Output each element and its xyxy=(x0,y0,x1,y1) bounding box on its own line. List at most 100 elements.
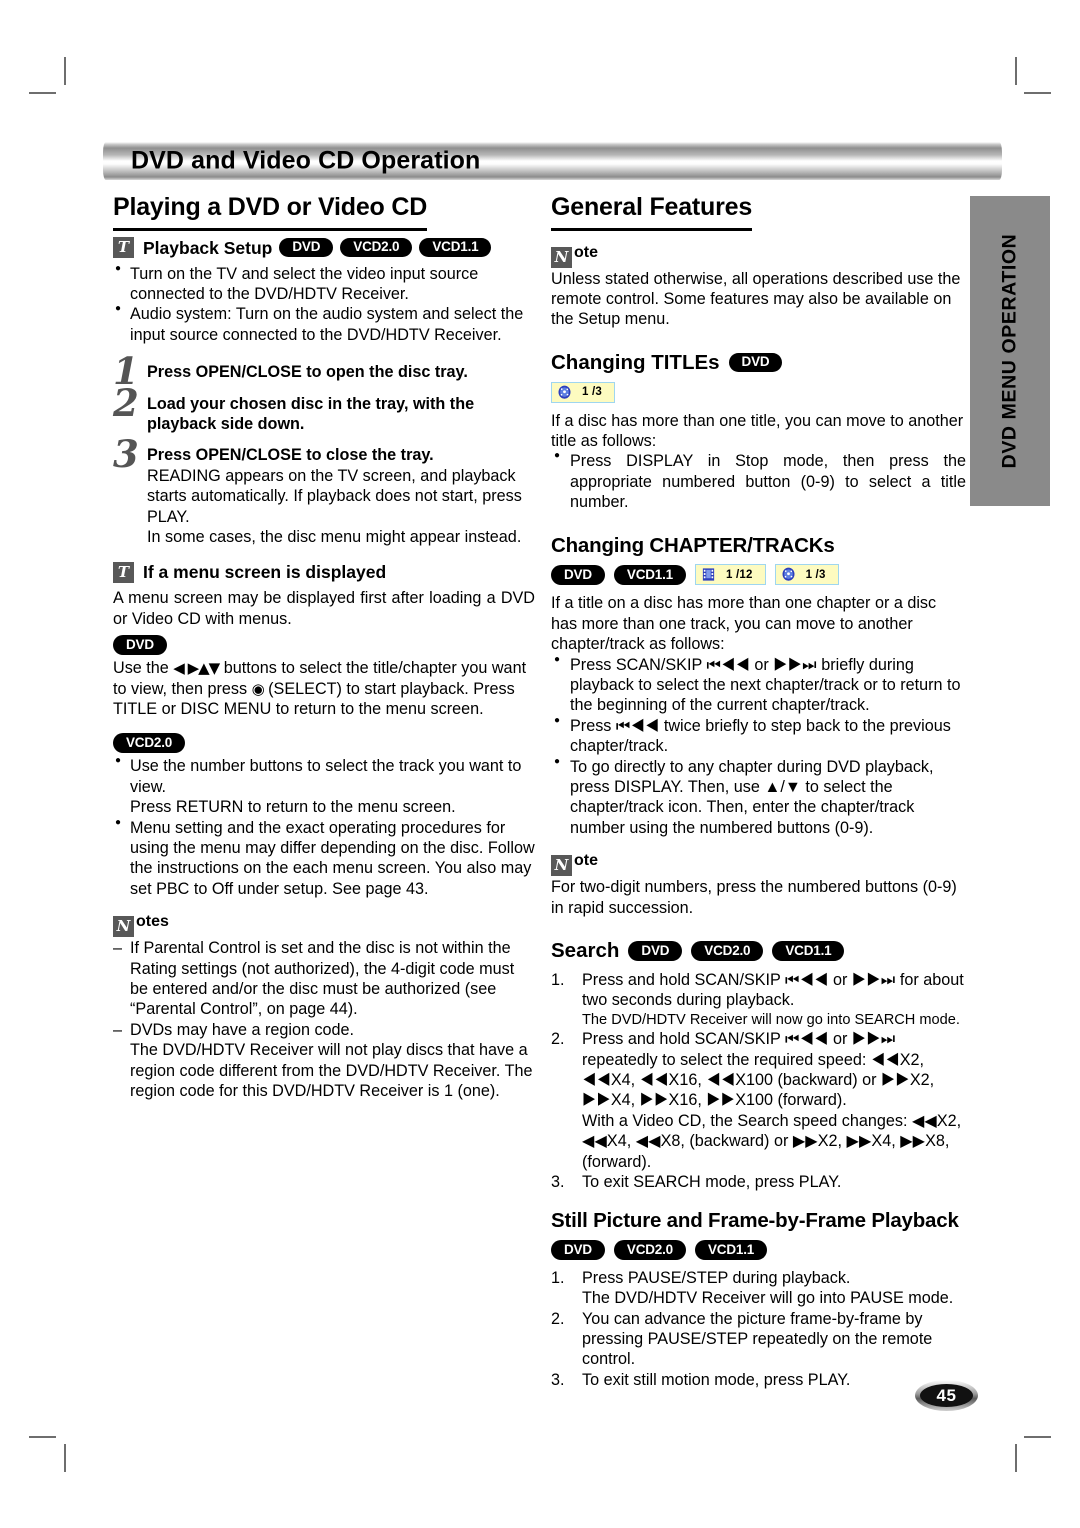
menu-screen-label: If a menu screen is displayed xyxy=(143,562,387,583)
crop-mark-bottom-right-horizontal xyxy=(1024,1436,1051,1438)
page-header-title: DVD and Video CD Operation xyxy=(131,146,481,175)
menu-screen-intro: A menu screen may be displayed first aft… xyxy=(113,589,535,628)
section-side-tab-label: DVD MENU OPERATION xyxy=(998,233,1021,469)
pill-vcd20: VCD2.0 xyxy=(340,237,413,258)
playback-setup-heading: T Playback Setup DVD VCD2.0 VCD1.1 xyxy=(113,237,535,259)
pill-vcd20: VCD2.0 xyxy=(691,941,764,961)
note2-label: ote xyxy=(574,852,598,870)
pill-dvd: DVD xyxy=(551,565,605,585)
list-item: Press and hold SCAN/SKIP ⏮◀◀ or ▶▶⏭ repe… xyxy=(551,1029,966,1172)
pill-vcd11: VCD1.1 xyxy=(613,565,686,585)
film-strip-icon xyxy=(701,567,716,582)
crop-mark-bottom-left-horizontal xyxy=(29,1436,56,1438)
tip-glyph-icon: T xyxy=(113,561,134,583)
pill-dvd: DVD xyxy=(551,1240,605,1260)
osd-badge-value: 1 /12 xyxy=(725,568,753,581)
crop-mark-top-left-horizontal xyxy=(29,92,56,94)
notes-heading: Notes xyxy=(113,912,535,938)
pill-vcd20: VCD2.0 xyxy=(613,1240,686,1260)
osd-badge-value: 1 /3 xyxy=(805,568,826,581)
dvd-text-part1: Use the xyxy=(113,659,169,678)
step-2: 2 Load your chosen disc in the tray, wit… xyxy=(113,384,535,435)
changing-chapters-badge-row: DVD VCD1.1 1 /12 1 /3 xyxy=(551,564,966,586)
list-item: Press SCAN/SKIP ⏮◀◀ or ▶▶⏭ briefly durin… xyxy=(551,654,966,716)
step-3-number: 3 xyxy=(113,432,139,477)
pill-vcd11: VCD1.1 xyxy=(772,941,845,961)
list-item: To go directly to any chapter during DVD… xyxy=(551,756,966,839)
search-step-1-text: Press and hold SCAN/SKIP ⏮◀◀ or ▶▶⏭ for … xyxy=(582,970,964,1010)
changing-titles-bullets: Press DISPLAY in Stop mode, then press t… xyxy=(551,450,966,512)
list-item: Press DISPLAY in Stop mode, then press t… xyxy=(551,450,966,512)
crop-mark-top-right-vertical xyxy=(1015,57,1017,85)
list-item: To exit SEARCH mode, press PLAY. xyxy=(551,1172,842,1193)
step-1: 1 Press OPEN/CLOSE to open the disc tray… xyxy=(113,353,535,390)
list-item: To exit still motion mode, press PLAY. xyxy=(551,1370,851,1391)
menu-screen-dvd-text: Use the ◀ ▶▲▼ buttons to select the titl… xyxy=(113,658,535,719)
list-item: Audio system: Turn on the audio system a… xyxy=(113,303,535,345)
vcd-pill-row: VCD2.0 xyxy=(113,733,535,754)
step-3-body: READING appears on the TV screen, and pl… xyxy=(147,466,522,547)
changing-titles-heading: Changing TITLEs DVD xyxy=(551,350,966,376)
pill-vcd20: VCD2.0 xyxy=(113,733,186,753)
pill-dvd: DVD xyxy=(728,352,783,373)
crop-mark-bottom-right-vertical xyxy=(1015,1444,1017,1472)
left-column: Playing a DVD or Video CD T Playback Set… xyxy=(113,192,535,1101)
notes-list: If Parental Control is set and the disc … xyxy=(113,938,535,1101)
notes-label: otes xyxy=(136,913,169,931)
page-number-badge: 45 xyxy=(915,1380,978,1411)
step-1-title: Press OPEN/CLOSE to open the disc tray. xyxy=(147,363,468,382)
note-text: Unless stated otherwise, all operations … xyxy=(551,269,961,329)
step-3-title: Press OPEN/CLOSE to close the tray. xyxy=(147,446,434,465)
still-step-1-text: Press PAUSE/STEP during playback. xyxy=(582,1268,851,1287)
changing-chapters-bullets: Press SCAN/SKIP ⏮◀◀ or ▶▶⏭ briefly durin… xyxy=(551,654,966,839)
changing-titles-osd-row: 1 /3 xyxy=(551,381,966,403)
note-glyph-icon: N xyxy=(551,246,572,268)
pill-vcd11: VCD1.1 xyxy=(419,237,492,258)
crop-mark-bottom-left-vertical xyxy=(64,1444,66,1472)
search-heading: Search DVD VCD2.0 VCD1.1 xyxy=(551,938,966,964)
step-2-number: 2 xyxy=(113,380,139,425)
note2-text: For two-digit numbers, press the numbere… xyxy=(551,878,957,917)
list-item: You can advance the picture frame-by-fra… xyxy=(551,1309,933,1369)
search-label: Search xyxy=(551,939,620,963)
crop-mark-top-right-horizontal xyxy=(1024,92,1051,94)
changing-titles-label: Changing TITLEs xyxy=(551,350,720,374)
page-number-value: 45 xyxy=(920,1384,973,1407)
search-step-2-text: Press and hold SCAN/SKIP ⏮◀◀ or ▶▶⏭ repe… xyxy=(582,1030,935,1110)
dvd-pill-row: DVD xyxy=(113,635,535,656)
note-glyph-icon: N xyxy=(551,855,572,877)
list-item: If Parental Control is set and the disc … xyxy=(113,938,535,1020)
changing-titles-intro: If a disc has more than one title, you c… xyxy=(551,411,964,450)
osd-badge-chapter: 1 /12 xyxy=(694,564,766,586)
playback-setup-bullets: Turn on the TV and select the video inpu… xyxy=(113,263,535,346)
changing-chapters-heading: Changing CHAPTER/TRACKs xyxy=(551,533,835,557)
search-steps: Press and hold SCAN/SKIP ⏮◀◀ or ▶▶⏭ for … xyxy=(551,970,966,1193)
tip-glyph-icon: T xyxy=(113,237,134,259)
still-picture-heading: Still Picture and Frame-by-Frame Playbac… xyxy=(551,1209,959,1233)
pill-vcd11: VCD1.1 xyxy=(694,1240,768,1260)
pill-dvd: DVD xyxy=(279,237,334,258)
list-item: Turn on the TV and select the video inpu… xyxy=(113,263,535,305)
playback-setup-label: Playback Setup xyxy=(143,237,273,258)
list-item: Menu setting and the exact operating pro… xyxy=(113,817,535,900)
pill-dvd: DVD xyxy=(113,635,167,655)
page-header-banner: DVD and Video CD Operation xyxy=(103,142,1002,180)
disc-icon xyxy=(781,567,796,582)
crop-mark-top-left-vertical xyxy=(64,57,66,85)
step-3: 3 Press OPEN/CLOSE to close the tray. RE… xyxy=(113,436,535,547)
select-button-icon: ◉ xyxy=(251,679,265,698)
vcd-bullets: Use the number buttons to select the tra… xyxy=(113,755,535,900)
note2-heading: Note xyxy=(551,851,966,877)
osd-badge-title: 1 /3 xyxy=(551,381,615,403)
still-picture-pill-row: DVD VCD2.0 VCD1.1 xyxy=(551,1240,966,1260)
section-side-tab: DVD MENU OPERATION xyxy=(970,196,1050,506)
search-step-1-subnote: The DVD/HDTV Receiver will now go into S… xyxy=(582,1011,960,1028)
numbered-steps: 1 Press OPEN/CLOSE to open the disc tray… xyxy=(113,353,535,547)
osd-badge-track: 1 /3 xyxy=(774,564,839,586)
list-item: Press and hold SCAN/SKIP ⏮◀◀ or ▶▶⏭ for … xyxy=(551,970,966,1029)
right-column: General Features Note Unless stated othe… xyxy=(551,192,966,1391)
pill-dvd: DVD xyxy=(628,941,683,961)
still-picture-steps: Press PAUSE/STEP during playback. The DV… xyxy=(551,1268,966,1391)
note-label: ote xyxy=(574,243,598,261)
list-item: Press PAUSE/STEP during playback. The DV… xyxy=(551,1268,966,1309)
